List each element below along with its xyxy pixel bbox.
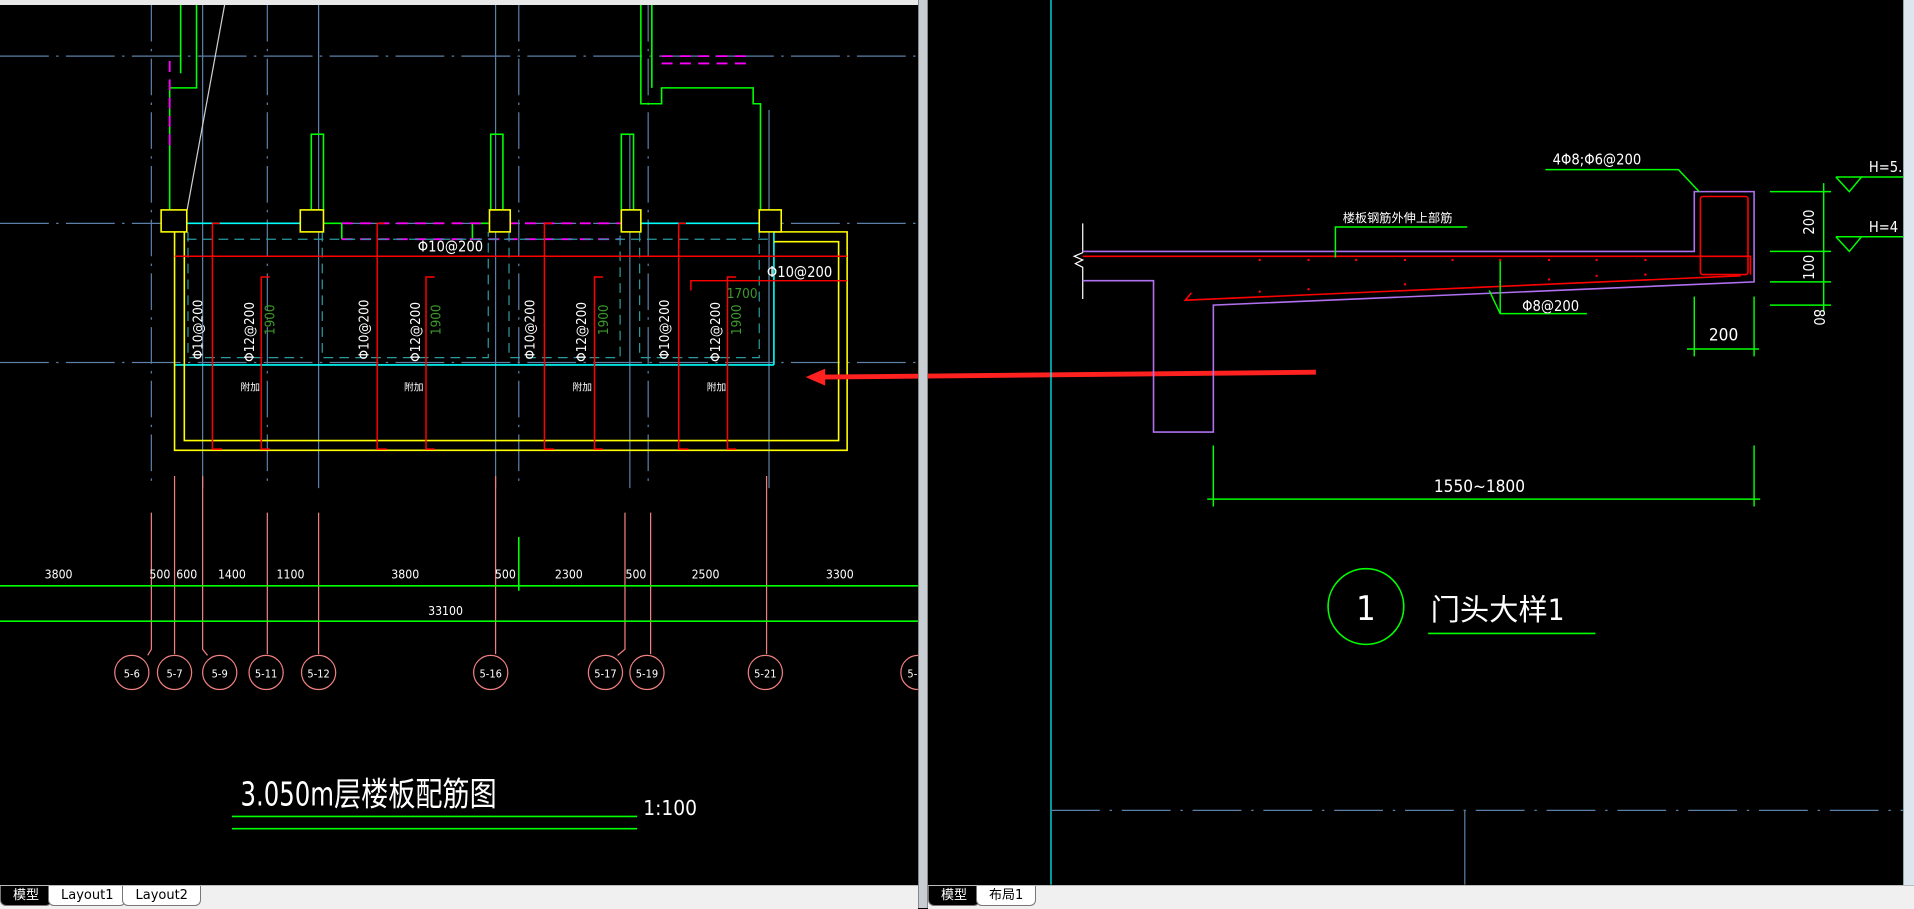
group3-bar-b: Φ12@200 xyxy=(575,302,590,362)
viewport-divider[interactable] xyxy=(918,0,928,908)
dim-text: 3800 xyxy=(391,567,419,581)
group2-note: 附加 xyxy=(404,381,424,394)
beam-rebar-label: 4Φ8;Φ6@200 xyxy=(1553,152,1642,169)
dim-200-vertical: 200 xyxy=(1801,210,1818,235)
svg-text:5-16: 5-16 xyxy=(480,667,502,680)
group4-bar-b: Φ12@200 xyxy=(709,302,724,362)
axis-bubble: 5-11 xyxy=(248,654,284,691)
dim-80: 80 xyxy=(1810,309,1827,326)
elevation-top: H=5. xyxy=(1869,159,1902,176)
group2-length: 1900 xyxy=(430,304,445,335)
dim-text: 500 xyxy=(149,567,170,581)
dim-text: 2300 xyxy=(555,567,583,581)
dim-200-horizontal: 200 xyxy=(1709,326,1738,346)
svg-text:5-12: 5-12 xyxy=(307,667,329,680)
group1-length: 1900 xyxy=(264,304,279,335)
tab-layout1[interactable]: Layout1 xyxy=(48,886,127,906)
svg-text:5-6: 5-6 xyxy=(124,667,140,680)
plan-rebar-labels: Φ10@200 Φ10@200 1700 Φ10@200 Φ12@200 190… xyxy=(192,238,833,393)
vertical-dimension xyxy=(1769,183,1831,312)
drawing-title: 3.050m层楼板配筋图 xyxy=(240,774,496,813)
slab-note-label: 楼板钢筋外伸上部筋 xyxy=(1343,210,1453,225)
left-layout-tabs: 模型 Layout1 Layout2 xyxy=(0,885,918,909)
axis-bubble: 5-17 xyxy=(587,654,624,691)
group4-bar-a: Φ10@200 xyxy=(658,300,673,360)
bottom-bar-label: Φ8@200 xyxy=(1522,298,1579,315)
right-bar-label: Φ10@200 xyxy=(767,264,832,281)
bubble-leaders xyxy=(147,475,768,656)
hidden-beams xyxy=(168,55,754,241)
top-bar-label: Φ10@200 xyxy=(418,238,483,255)
total-dim-text: 33100 xyxy=(428,604,463,618)
group1-note: 附加 xyxy=(240,381,260,394)
axis-bubbles: 5-6 5-7 5-9 5-11 5-12 5-16 5-17 5-19 5-2… xyxy=(114,654,918,691)
axis-bubble: 5-16 xyxy=(473,654,509,691)
axis-bubble: 5-21 xyxy=(747,654,784,691)
cad-canvas[interactable]: Φ10@200 Φ10@200 1700 Φ10@200 Φ12@200 190… xyxy=(0,0,1914,908)
dim-text: 3300 xyxy=(826,567,854,581)
dim-text: 3800 xyxy=(45,567,73,581)
dim-text: 1400 xyxy=(218,567,246,581)
dim-text: 500 xyxy=(625,567,646,581)
columns xyxy=(160,209,783,233)
rebar-lines xyxy=(174,222,848,450)
group1-bar-a: Φ10@200 xyxy=(192,300,207,360)
right-length-label: 1700 xyxy=(727,287,758,302)
group4-note: 附加 xyxy=(707,381,727,394)
axis-bubble: 5-19 xyxy=(629,654,665,691)
group4-length: 1900 xyxy=(730,304,745,335)
dim-text: 1100 xyxy=(277,567,305,581)
dim-text: 600 xyxy=(176,567,197,581)
tab-model[interactable]: 模型 xyxy=(928,886,981,906)
walls xyxy=(168,4,762,240)
tab-layout2[interactable]: Layout2 xyxy=(122,886,201,906)
axis-bubble: 5-9 xyxy=(202,654,238,691)
tab-model[interactable]: 模型 xyxy=(0,886,53,906)
dim-text: 2500 xyxy=(692,567,720,581)
axis-bubble: 5-6 xyxy=(114,654,150,691)
dimension-texts: 3800 500 600 1400 1100 3800 500 2300 500… xyxy=(45,567,854,618)
right-layout-tabs: 模型 布局1 xyxy=(928,885,1914,909)
left-viewport[interactable]: Φ10@200 Φ10@200 1700 Φ10@200 Φ12@200 190… xyxy=(0,4,935,830)
detail-number: 1 xyxy=(1356,589,1376,629)
dim-text: 500 xyxy=(495,567,516,581)
right-viewport-scrollbar[interactable] xyxy=(1903,0,1914,885)
elevation-bottom: H=4 xyxy=(1869,219,1898,236)
dim-100: 100 xyxy=(1801,255,1818,280)
break-line xyxy=(1072,223,1085,300)
detail-title: 门头大样1 xyxy=(1431,593,1565,627)
group3-note: 附加 xyxy=(573,381,593,394)
group2-bar-a: Φ10@200 xyxy=(358,300,373,360)
right-viewport[interactable]: 4Φ8;Φ6@200 楼板钢筋外伸上部筋 Φ8@200 200 100 80 H… xyxy=(1050,0,1905,885)
red-arrow xyxy=(805,368,1316,386)
span-dimension-text: 1550~1800 xyxy=(1434,477,1525,497)
svg-text:5-11: 5-11 xyxy=(255,667,277,680)
stair-line xyxy=(182,4,226,232)
group1-bar-b: Φ12@200 xyxy=(243,302,258,362)
drawing-scale: 1:100 xyxy=(643,796,697,820)
svg-text:5-21: 5-21 xyxy=(754,667,776,680)
svg-text:5-17: 5-17 xyxy=(594,667,616,680)
axis-bubble: 5-12 xyxy=(300,654,337,691)
axis-bubble: 5-7 xyxy=(156,654,193,691)
group3-length: 1900 xyxy=(597,304,612,335)
elevation-markers xyxy=(1835,176,1905,253)
group3-bar-a: Φ10@200 xyxy=(524,300,539,360)
tab-layout1[interactable]: 布局1 xyxy=(976,886,1037,906)
slab-outline xyxy=(173,231,848,452)
svg-text:5-7: 5-7 xyxy=(166,667,182,680)
svg-text:5-9: 5-9 xyxy=(212,667,228,680)
svg-text:5-19: 5-19 xyxy=(636,667,658,680)
group2-bar-b: Φ12@200 xyxy=(409,302,424,362)
